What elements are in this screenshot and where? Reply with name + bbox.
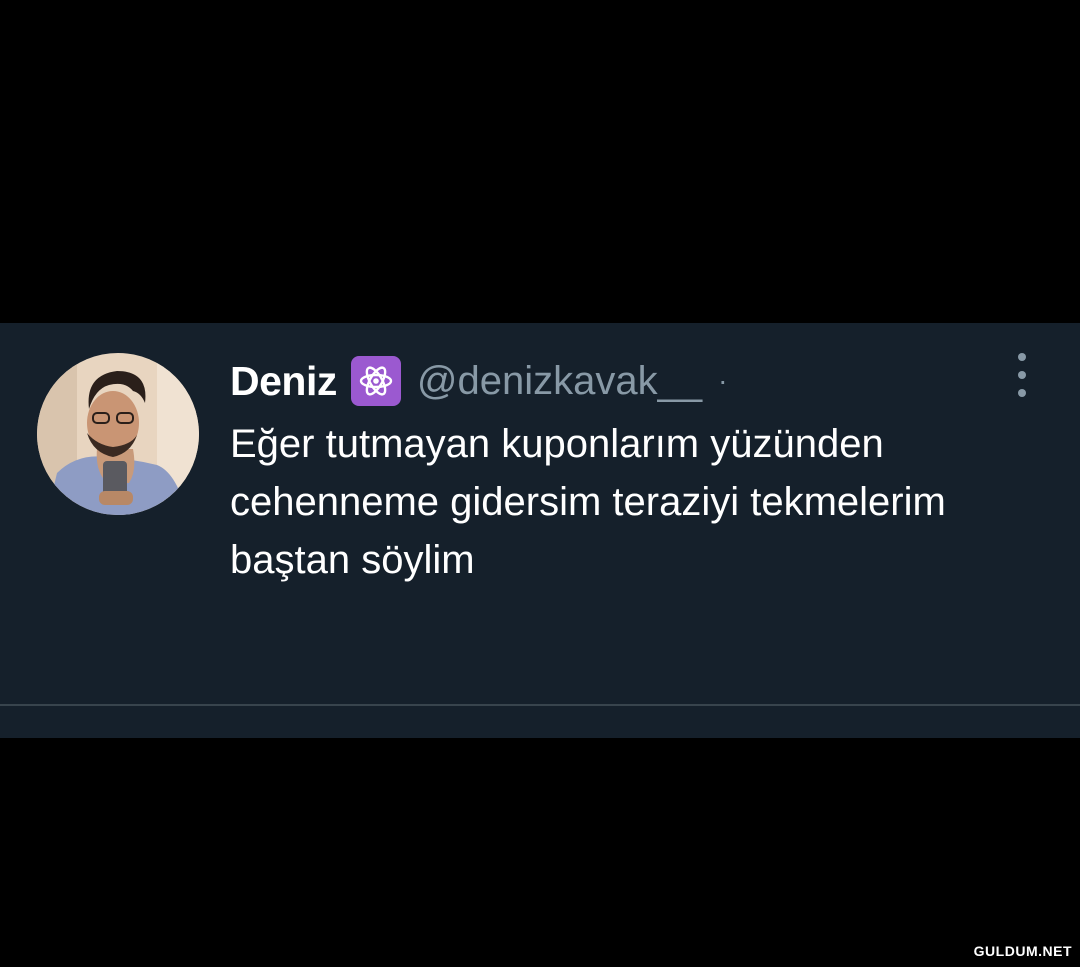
watermark-text: GULDUM.NET xyxy=(973,943,1072,959)
user-handle[interactable]: @denizkavak__ xyxy=(417,359,702,404)
tweet-text-line: cehenneme gidersim teraziyi tekmelerim xyxy=(230,480,946,524)
page: Deniz @denizkavak__ · Eğer tutmayan kupo… xyxy=(0,0,1080,967)
tweet-text-line: Eğer tutmayan kuponlarım yüzünden xyxy=(230,422,884,466)
separator-dot: · xyxy=(718,365,728,396)
more-dot xyxy=(1018,353,1026,361)
avatar-photo xyxy=(37,353,199,515)
avatar[interactable] xyxy=(37,353,199,515)
tweet-text-line: baştan söylim xyxy=(230,538,475,582)
tweet-text: Eğer tutmayan kuponlarım yüzünden cehenn… xyxy=(230,415,1070,589)
tweet-header: Deniz @denizkavak__ · xyxy=(230,355,727,407)
more-dot xyxy=(1018,389,1026,397)
atom-icon xyxy=(350,356,401,406)
card-divider xyxy=(0,704,1080,706)
display-name[interactable]: Deniz xyxy=(230,358,337,405)
tweet-card[interactable]: Deniz @denizkavak__ · Eğer tutmayan kupo… xyxy=(0,323,1080,738)
more-dot xyxy=(1018,371,1026,379)
more-vertical-icon[interactable] xyxy=(1008,353,1036,397)
